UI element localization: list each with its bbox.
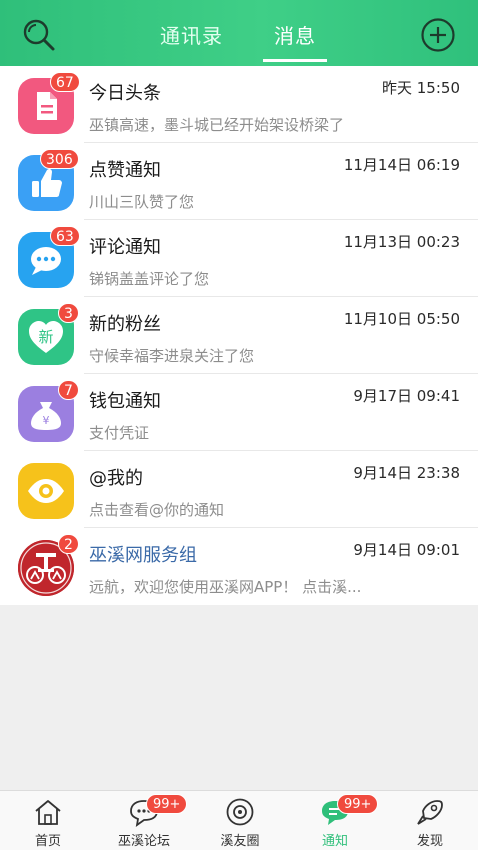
nav-label: 首页: [34, 834, 61, 849]
unread-badge: 3: [58, 303, 79, 323]
nav-home[interactable]: 首页: [0, 791, 96, 850]
message-item-mentions[interactable]: @我的 9月14日 23:38 点击查看@你的通知: [0, 451, 478, 528]
message-item-new-fans[interactable]: 新 3 新的粉丝 11月10日 05:50 守候幸福李进泉关注了您: [0, 297, 478, 374]
message-title: 今日头条: [89, 83, 161, 104]
plus-circle-icon: [421, 18, 455, 52]
message-preview: 远航，欢迎您使用巫溪网APP！ 点击溪...: [89, 578, 362, 596]
nav-circle[interactable]: 溪友圈: [192, 791, 288, 850]
message-item-likes[interactable]: 306 点赞通知 11月14日 06:19 川山三队赞了您: [0, 143, 478, 220]
tab-contacts[interactable]: 通讯录: [160, 20, 223, 50]
unread-badge: 7: [58, 380, 79, 400]
message-preview: 支付凭证: [89, 424, 150, 442]
nav-label: 巫溪论坛: [117, 834, 170, 849]
message-time: 11月10日 05:50: [343, 310, 460, 328]
svg-text:新: 新: [38, 328, 53, 346]
camera-circle-icon: [226, 798, 254, 826]
bottom-nav: 首页 99+ 巫溪论坛 溪友圈 99+ 通知 发现: [0, 790, 478, 850]
message-item-service-group[interactable]: 2 巫溪网服务组 9月14日 09:01 远航，欢迎您使用巫溪网APP！ 点击溪…: [0, 528, 478, 605]
home-icon: [35, 800, 61, 825]
nav-forum[interactable]: 99+ 巫溪论坛: [96, 791, 192, 850]
eye-icon: [28, 479, 64, 503]
nav-badge: 99+: [337, 794, 379, 814]
message-time: 昨天 15:50: [382, 79, 460, 97]
unread-badge: 2: [58, 534, 79, 554]
nav-label: 通知: [321, 834, 348, 849]
message-title: @我的: [89, 468, 143, 489]
unread-badge: 63: [50, 226, 80, 246]
unread-badge: 306: [40, 149, 79, 169]
message-title: 评论通知: [89, 237, 161, 258]
search-icon: [23, 19, 55, 51]
message-item-wallet[interactable]: ¥ 7 钱包通知 9月17日 09:41 支付凭证: [0, 374, 478, 451]
mentions-avatar: [18, 463, 74, 519]
message-title: 巫溪网服务组: [89, 545, 197, 566]
nav-badge: 99+: [146, 794, 188, 814]
message-list: 67 今日头条 昨天 15:50 巫镇高速，墨斗城已经开始架设桥梁了 306 点…: [0, 66, 478, 605]
message-title: 新的粉丝: [89, 314, 161, 335]
svg-text:¥: ¥: [43, 414, 50, 427]
tab-messages[interactable]: 消息: [274, 20, 316, 50]
message-time: 11月13日 00:23: [343, 233, 460, 251]
message-preview: 川山三队赞了您: [89, 193, 195, 211]
nav-label: 发现: [416, 834, 443, 849]
search-button[interactable]: [20, 17, 58, 53]
nav-discover[interactable]: 发现: [382, 791, 478, 850]
message-time: 11月14日 06:19: [343, 156, 460, 174]
message-item-comments[interactable]: 63 评论通知 11月13日 00:23 锑锅盖盖评论了您: [0, 220, 478, 297]
rocket-icon: [417, 800, 443, 825]
message-time: 9月14日 23:38: [353, 464, 460, 482]
message-preview: 巫镇高速，墨斗城已经开始架设桥梁了: [89, 116, 345, 134]
nav-label: 溪友圈: [220, 834, 260, 849]
message-preview: 守候幸福李进泉关注了您: [89, 347, 255, 365]
unread-badge: 67: [50, 72, 80, 92]
message-title: 点赞通知: [89, 160, 161, 181]
nav-notifications[interactable]: 99+ 通知: [287, 791, 383, 850]
message-title: 钱包通知: [89, 391, 161, 412]
message-item-headlines[interactable]: 67 今日头条 昨天 15:50 巫镇高速，墨斗城已经开始架设桥梁了: [0, 66, 478, 143]
message-preview: 点击查看@你的通知: [89, 501, 225, 519]
top-bar: 通讯录 消息: [0, 0, 478, 66]
add-button[interactable]: [420, 17, 456, 53]
active-tab-indicator: [263, 59, 327, 62]
message-time: 9月14日 09:01: [353, 541, 460, 559]
message-preview: 锑锅盖盖评论了您: [89, 270, 210, 288]
message-time: 9月17日 09:41: [353, 387, 460, 405]
